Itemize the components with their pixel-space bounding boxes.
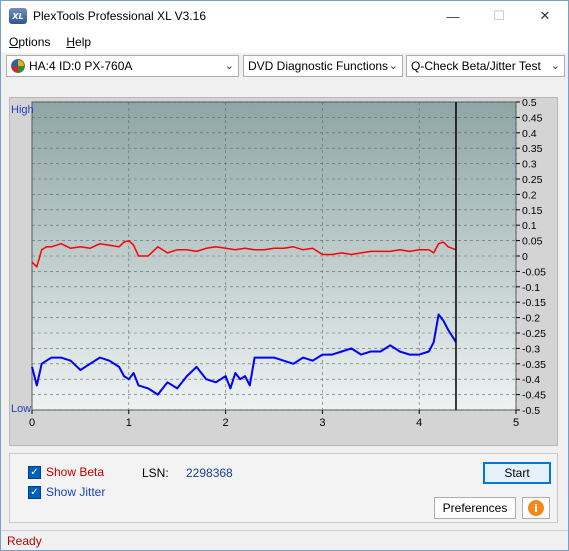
x-tick-label: 3: [319, 417, 325, 429]
y-tick-label: -0.1: [522, 282, 540, 294]
preferences-button-label: Preferences: [442, 501, 508, 515]
y-tick-label: 0.15: [522, 205, 543, 217]
y-tick-label: -0.5: [522, 405, 540, 417]
function-select[interactable]: DVD Diagnostic Functions ⌄: [243, 55, 403, 77]
start-button[interactable]: Start: [483, 462, 551, 484]
preferences-button[interactable]: Preferences: [434, 497, 516, 519]
y-tick-label: 0.45: [522, 112, 543, 124]
y-tick-label: -0.05: [522, 266, 546, 278]
menu-options[interactable]: Options: [1, 35, 58, 49]
drive-select-value: HA:4 ID:0 PX-760A: [29, 59, 133, 73]
status-text: Ready: [7, 533, 42, 548]
title-bar[interactable]: XL PlexTools Professional XL V3.16 — ☐ ✕: [1, 1, 568, 31]
y-tick-label: 0.5: [522, 98, 537, 109]
close-icon: ✕: [539, 8, 551, 23]
app-window: XL PlexTools Professional XL V3.16 — ☐ ✕…: [0, 0, 569, 551]
control-panel: ✓ Show Beta ✓ Show Jitter LSN: 2298368 S…: [9, 453, 558, 523]
x-tick-label: 1: [126, 417, 132, 429]
y-tick-label: 0.05: [522, 236, 543, 248]
y-tick-label: -0.45: [522, 390, 546, 402]
y-tick-label: 0.25: [522, 174, 543, 186]
menu-help-label: elp: [75, 35, 92, 49]
minimize-button[interactable]: —: [430, 1, 476, 31]
axis-low-label: Low: [11, 403, 31, 415]
y-tick-label: 0: [522, 251, 528, 263]
chart-panel: 0.5 0.45 0.4 0.35 0.3 0.25 0.2 0.15 0.1 0.05 0 -0.0…: [9, 97, 558, 446]
y-tick-label: -0.35: [522, 359, 546, 371]
menu-help[interactable]: Help: [58, 35, 99, 49]
menu-options-label: ptions: [18, 35, 51, 49]
show-beta-checkbox[interactable]: ✓ Show Beta: [28, 465, 104, 479]
test-select-value: Q-Check Beta/Jitter Test: [411, 59, 541, 73]
lsn-value: 2298368: [186, 466, 233, 480]
x-axis-ticks: 0 1 2 3 4 5: [29, 410, 519, 429]
y-tick-label: 0.1: [522, 220, 537, 232]
disc-drive-icon: [11, 59, 25, 73]
maximize-icon: ☐: [493, 8, 505, 23]
start-button-label: Start: [504, 466, 530, 480]
maximize-button[interactable]: ☐: [476, 1, 522, 31]
minimize-icon: —: [446, 8, 460, 24]
y-tick-label: -0.25: [522, 328, 546, 340]
show-beta-label: Show Beta: [46, 465, 105, 479]
y-tick-label: -0.15: [522, 297, 546, 309]
beta-jitter-chart: 0.5 0.45 0.4 0.35 0.3 0.25 0.2 0.15 0.1 0.05 0 -0.0…: [11, 97, 546, 429]
y-tick-label: -0.4: [522, 374, 540, 386]
chevron-down-icon: ⌄: [550, 60, 560, 72]
y-tick-label: 0.2: [522, 189, 537, 201]
test-select[interactable]: Q-Check Beta/Jitter Test ⌄: [406, 55, 565, 77]
menu-help-mnemonic: H: [66, 35, 76, 49]
info-button[interactable]: i: [522, 497, 550, 519]
info-icon: i: [528, 500, 544, 516]
toolbar: HA:4 ID:0 PX-760A ⌄ DVD Diagnostic Funct…: [1, 53, 568, 79]
chevron-down-icon: ⌄: [388, 60, 398, 72]
x-tick-label: 0: [29, 417, 35, 429]
checkbox-checked-icon: ✓: [28, 485, 41, 499]
y-axis-ticks: 0.5 0.45 0.4 0.35 0.3 0.25 0.2 0.15 0.1 0.05 0 -0.0…: [516, 97, 546, 417]
menu-bar: Options Help: [1, 31, 568, 53]
status-bar: Ready: [1, 530, 568, 550]
x-tick-label: 2: [223, 417, 229, 429]
y-tick-label: -0.2: [522, 313, 540, 325]
axis-high-label: High: [11, 104, 34, 116]
checkbox-checked-icon: ✓: [28, 465, 41, 479]
app-logo-icon: XL: [9, 8, 27, 24]
close-button[interactable]: ✕: [522, 1, 568, 31]
y-tick-label: 0.35: [522, 143, 543, 155]
menu-options-mnemonic: O: [9, 35, 19, 49]
lsn-label: LSN:: [142, 466, 169, 480]
show-jitter-checkbox[interactable]: ✓ Show Jitter: [28, 485, 105, 499]
x-tick-label: 5: [513, 417, 519, 429]
y-tick-label: -0.3: [522, 343, 540, 355]
y-tick-label: 0.4: [522, 128, 537, 140]
y-tick-label: 0.3: [522, 159, 537, 171]
show-jitter-label: Show Jitter: [46, 485, 106, 499]
chevron-down-icon: ⌄: [224, 60, 234, 72]
function-select-value: DVD Diagnostic Functions: [248, 59, 389, 73]
x-tick-label: 4: [416, 417, 422, 429]
drive-select[interactable]: HA:4 ID:0 PX-760A ⌄: [6, 55, 239, 77]
window-title: PlexTools Professional XL V3.16: [33, 9, 206, 23]
